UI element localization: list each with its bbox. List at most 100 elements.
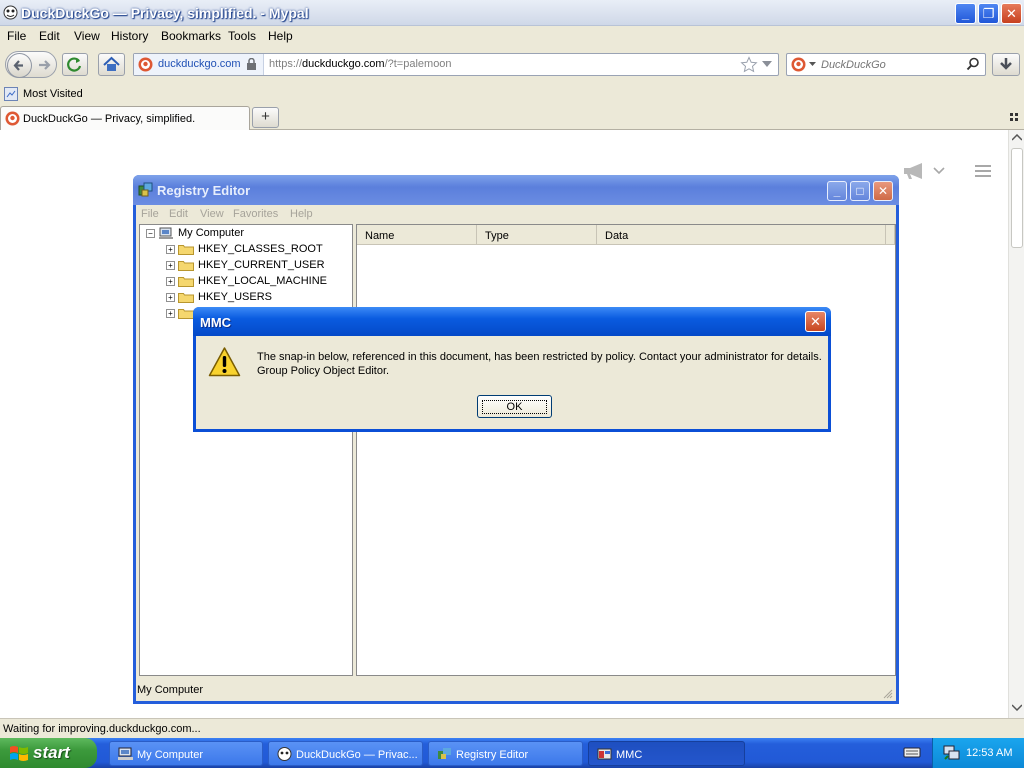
tree-item-hkcr[interactable]: + HKEY_CLASSES_ROOT — [166, 243, 323, 259]
column-header-name[interactable]: Name — [357, 225, 477, 245]
downloads-button[interactable] — [992, 53, 1020, 76]
mmc-close-button[interactable]: ✕ — [805, 311, 826, 332]
mmc-titlebar[interactable]: MMC ✕ — [193, 307, 831, 336]
announcement-icon[interactable] — [902, 162, 932, 180]
tree-item-hkcu[interactable]: + HKEY_CURRENT_USER — [166, 259, 325, 275]
tab-grid-icon[interactable] — [1009, 112, 1019, 122]
page-scrollbar[interactable] — [1008, 130, 1024, 718]
keyboard-icon[interactable] — [903, 745, 921, 759]
browser-titlebar[interactable]: DuckDuckGo — Privacy, simplified. - Mypa… — [0, 0, 1024, 26]
ok-button[interactable]: OK — [477, 395, 552, 418]
registry-titlebar[interactable]: Registry Editor _ □ ✕ — [133, 175, 899, 205]
expand-icon[interactable]: + — [166, 244, 175, 254]
scroll-thumb[interactable] — [1011, 148, 1023, 248]
search-input[interactable] — [821, 57, 961, 72]
mmc-dialog[interactable]: MMC ✕ The snap-in below, referenced in t… — [193, 307, 831, 432]
resize-grip-icon[interactable] — [883, 689, 893, 699]
registry-close-button[interactable]: ✕ — [873, 181, 893, 201]
folder-icon — [178, 293, 194, 304]
registry-menu-view[interactable]: View — [200, 208, 224, 220]
menu-tools[interactable]: Tools — [228, 29, 256, 43]
tree-root[interactable]: − My Computer — [146, 227, 244, 243]
lock-icon — [246, 58, 257, 70]
registry-menu-help[interactable]: Help — [290, 208, 313, 220]
registry-editor-window[interactable]: Registry Editor _ □ ✕ File Edit View Fav… — [133, 175, 899, 704]
url-bar[interactable]: duckduckgo.com https://duckduckgo.com/?t… — [133, 53, 779, 76]
column-header-data[interactable]: Data — [597, 225, 886, 245]
menu-help[interactable]: Help — [268, 29, 293, 43]
taskbar-item-label: Registry Editor — [456, 749, 529, 761]
bookmark-most-visited[interactable]: Most Visited — [23, 88, 83, 100]
scroll-up-icon[interactable] — [1012, 134, 1022, 141]
registry-values-list[interactable]: Name Type Data — [356, 224, 896, 676]
collapse-icon[interactable]: − — [146, 228, 155, 238]
tab-duckduckgo[interactable]: DuckDuckGo — Privacy, simplified. — [0, 106, 250, 130]
url-dropdown-icon[interactable] — [762, 61, 772, 68]
minimize-button[interactable]: _ — [955, 3, 976, 24]
search-engine-dropdown-icon[interactable] — [809, 62, 816, 67]
browser-menubar: File Edit View History Bookmarks Tools H… — [0, 26, 1024, 46]
chevron-down-icon[interactable] — [933, 167, 945, 175]
menu-edit[interactable]: Edit — [39, 29, 60, 43]
tree-root-label: My Computer — [178, 227, 245, 239]
url-prefix: https:// — [269, 58, 303, 70]
mmc-message-line2: Group Policy Object Editor. — [257, 365, 390, 377]
folder-icon — [178, 309, 194, 320]
start-label: start — [33, 743, 70, 762]
registry-minimize-button[interactable]: _ — [827, 181, 847, 201]
expand-icon[interactable]: + — [166, 260, 175, 270]
restore-button[interactable]: ❐ — [978, 3, 999, 24]
menu-file[interactable]: File — [7, 29, 26, 43]
taskbar-item-mmc[interactable]: MMC — [588, 741, 745, 766]
registry-tree[interactable]: − My Computer + HKEY_CLASSES_ROOT + HKEY_CU… — [139, 224, 353, 676]
taskbar-item-duckduckgo[interactable]: DuckDuckGo — Privac... — [268, 741, 423, 766]
tab-title: DuckDuckGo — Privacy, simplified. — [23, 113, 196, 125]
close-button[interactable]: ✕ — [1001, 3, 1022, 24]
menu-view[interactable]: View — [74, 29, 100, 43]
column-header-type[interactable]: Type — [477, 225, 597, 245]
tree-item-hku[interactable]: + HKEY_USERS — [166, 291, 272, 307]
network-icon[interactable] — [943, 745, 960, 761]
folder-icon — [178, 261, 194, 272]
mypal-logo-icon — [3, 5, 18, 20]
search-icon[interactable] — [966, 57, 980, 71]
browser-statusbar: Waiting for improving.duckduckgo.com... — [0, 718, 1024, 738]
registry-menu-edit[interactable]: Edit — [169, 208, 188, 220]
scroll-down-icon[interactable] — [1012, 704, 1022, 711]
back-forward-group — [5, 51, 57, 78]
duckduckgo-favicon-icon — [138, 57, 153, 72]
start-button[interactable]: start — [0, 738, 97, 768]
hamburger-menu-icon[interactable] — [974, 164, 992, 178]
back-button[interactable] — [7, 53, 32, 78]
browser-title: DuckDuckGo — Privacy, simplified. - Mypa… — [21, 5, 309, 21]
new-tab-button[interactable]: + — [252, 107, 279, 128]
search-box[interactable] — [786, 53, 986, 76]
reload-button[interactable] — [62, 53, 88, 76]
expand-icon[interactable]: + — [166, 276, 175, 286]
menu-history[interactable]: History — [111, 29, 148, 43]
expand-icon[interactable]: + — [166, 308, 175, 318]
menu-bookmarks[interactable]: Bookmarks — [161, 29, 221, 43]
taskbar-item-my-computer[interactable]: My Computer — [109, 741, 263, 766]
registry-maximize-button[interactable]: □ — [850, 181, 870, 201]
mypal-logo-icon — [277, 747, 292, 761]
registry-menu-favorites[interactable]: Favorites — [233, 208, 278, 220]
taskbar-item-registry-editor[interactable]: Registry Editor — [428, 741, 583, 766]
expand-icon[interactable]: + — [166, 292, 175, 302]
mmc-body: The snap-in below, referenced in this do… — [196, 336, 828, 429]
registry-menu-file[interactable]: File — [141, 208, 159, 220]
system-tray: 12:53 AM — [932, 738, 1024, 768]
registry-client-area: File Edit View Favorites Help − My Comput… — [136, 205, 896, 701]
tree-item-hklm[interactable]: + HKEY_LOCAL_MACHINE — [166, 275, 327, 291]
clock: 12:53 AM — [966, 747, 1013, 759]
taskbar-item-label: MMC — [616, 749, 643, 761]
registry-app-icon — [438, 748, 451, 759]
computer-icon — [118, 747, 133, 760]
tree-item-label: HKEY_CLASSES_ROOT — [198, 243, 323, 255]
bookmark-star-icon[interactable] — [740, 56, 758, 74]
home-button[interactable] — [98, 53, 125, 76]
tree-item-label: HKEY_CURRENT_USER — [198, 259, 325, 271]
search-engine-icon[interactable] — [791, 57, 806, 72]
site-identity[interactable]: duckduckgo.com — [134, 54, 264, 75]
forward-button[interactable] — [36, 57, 54, 73]
